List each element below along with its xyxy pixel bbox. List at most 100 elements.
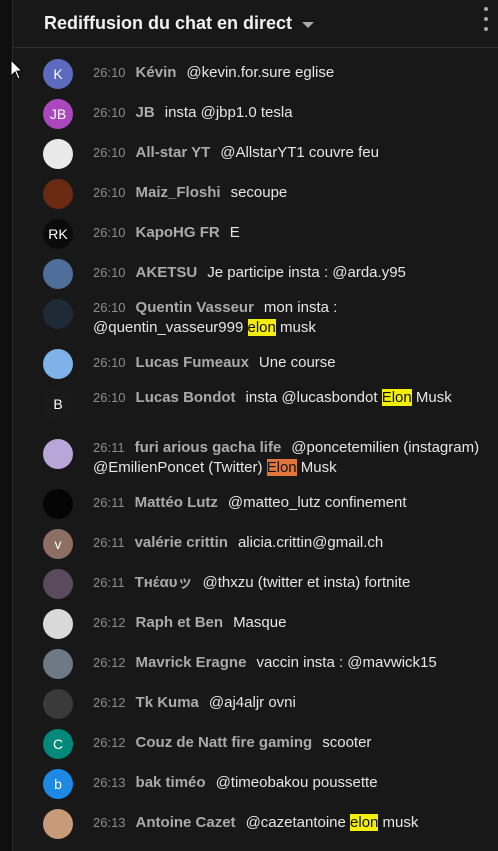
chat-title: Rediffusion du chat en direct bbox=[44, 13, 293, 33]
avatar[interactable] bbox=[43, 649, 73, 679]
chat-message: 26:13 Antoine Cazet @cazetantoine elon mus… bbox=[13, 809, 489, 839]
author-name[interactable]: JB bbox=[136, 104, 155, 121]
message-text: vaccin insta : @mavwick15 bbox=[256, 654, 437, 671]
author-name[interactable]: bak timéo bbox=[136, 774, 206, 791]
timestamp: 26:11 bbox=[93, 495, 125, 510]
author-name[interactable]: valérie crittin bbox=[135, 534, 228, 551]
avatar[interactable] bbox=[43, 139, 73, 169]
author-name[interactable]: furi arious gacha life bbox=[135, 439, 282, 456]
author-name[interactable]: KapoHG FR bbox=[136, 224, 220, 241]
message-body: 26:10 Maiz_Floshi secoupe bbox=[93, 183, 489, 203]
message-body: 26:11 Mattéo Lutz @matteo_lutz confinement bbox=[93, 493, 489, 513]
message-text: musk bbox=[275, 319, 316, 336]
timestamp: 26:10 bbox=[93, 185, 126, 200]
chat-message: K 26:10 Kévin @kevin.for.sure eglise bbox=[13, 59, 489, 89]
author-name[interactable]: Mavrick Eragne bbox=[136, 654, 247, 671]
timestamp: 26:10 bbox=[93, 145, 126, 160]
message-text: insta @lucasbondot bbox=[245, 389, 382, 406]
author-name[interactable]: Quentin Vasseur bbox=[136, 299, 254, 316]
chat-message: 26:10 AKETSU Je participe insta : @arda.y9… bbox=[13, 259, 489, 289]
author-name[interactable]: Mattéo Lutz bbox=[135, 494, 218, 511]
message-text: @aj4aljr ovni bbox=[208, 694, 296, 711]
message-body: 26:10 Kévin @kevin.for.sure eglise bbox=[93, 63, 489, 83]
message-text: Je participe insta : @arda.y95 bbox=[207, 264, 406, 281]
chat-message: 26:10 Quentin Vasseur mon insta : @quentin… bbox=[13, 298, 489, 338]
avatar[interactable] bbox=[43, 179, 73, 209]
avatar[interactable] bbox=[43, 299, 73, 329]
timestamp: 26:11 bbox=[93, 575, 125, 590]
chat-message: B 26:10 Lucas Bondot insta @lucasbondot Elo… bbox=[13, 388, 489, 419]
timestamp: 26:10 bbox=[93, 355, 126, 370]
timestamp: 26:10 bbox=[93, 265, 126, 280]
message-body: 26:11 valérie crittin alicia.crittin@gmail… bbox=[93, 533, 489, 553]
message-text: alicia.crittin@gmail.ch bbox=[237, 534, 384, 551]
chat-mode-dropdown[interactable]: Rediffusion du chat en direct bbox=[44, 13, 315, 34]
timestamp: 26:10 bbox=[93, 300, 126, 315]
avatar[interactable] bbox=[43, 489, 73, 519]
author-name[interactable]: Couz de Natt fire gaming bbox=[136, 734, 313, 751]
message-text: secoupe bbox=[230, 184, 288, 201]
avatar[interactable]: K bbox=[43, 59, 73, 89]
message-text: @AllstarYT1 couvre feu bbox=[220, 144, 379, 161]
avatar[interactable] bbox=[43, 349, 73, 379]
avatar[interactable] bbox=[43, 259, 73, 289]
highlighted-keyword: elon bbox=[350, 814, 379, 831]
timestamp: 26:12 bbox=[93, 655, 126, 670]
author-name[interactable]: Maiz_Floshi bbox=[136, 184, 221, 201]
timestamp: 26:12 bbox=[93, 615, 126, 630]
author-name[interactable]: Tнέαυッ bbox=[135, 574, 193, 591]
chat-message: 26:12 Mavrick Eragne vaccin insta : @mavwi… bbox=[13, 649, 489, 679]
timestamp: 26:10 bbox=[93, 390, 126, 405]
highlighted-keyword: Elon bbox=[266, 459, 297, 476]
more-vertical-icon[interactable] bbox=[481, 7, 491, 31]
message-text: Masque bbox=[233, 614, 287, 631]
author-name[interactable]: Tk Kuma bbox=[136, 694, 199, 711]
author-name[interactable]: Kévin bbox=[136, 64, 177, 81]
avatar[interactable]: RK bbox=[43, 219, 73, 249]
chat-header: Rediffusion du chat en direct bbox=[13, 0, 498, 48]
timestamp: 26:11 bbox=[93, 440, 125, 455]
author-name[interactable]: Raph et Ben bbox=[136, 614, 224, 631]
avatar[interactable] bbox=[43, 689, 73, 719]
message-text: Musk bbox=[411, 389, 452, 406]
timestamp: 26:12 bbox=[93, 735, 126, 750]
message-text: @cazetantoine bbox=[245, 814, 351, 831]
message-text: scooter bbox=[322, 734, 372, 751]
chat-message: C 26:12 Couz de Natt fire gaming scooter bbox=[13, 729, 489, 759]
chat-message: 26:11 furi arious gacha life @poncetemilie… bbox=[13, 438, 489, 478]
chat-message: 26:12 Tk Kuma @aj4aljr ovni bbox=[13, 689, 489, 719]
avatar[interactable]: v bbox=[43, 529, 73, 559]
chat-message: RK 26:10 KapoHG FR E bbox=[13, 219, 489, 249]
timestamp: 26:13 bbox=[93, 775, 126, 790]
author-name[interactable]: Lucas Fumeaux bbox=[136, 354, 249, 371]
live-chat-replay-panel: Rediffusion du chat en direct K 26:10 Kévi… bbox=[12, 0, 498, 851]
chat-message: 26:10 Maiz_Floshi secoupe bbox=[13, 179, 489, 209]
chat-message: 26:11 Tнέαυッ @thxzu (twitter et insta) for… bbox=[13, 569, 489, 599]
avatar[interactable]: b bbox=[43, 769, 73, 799]
avatar[interactable]: C bbox=[43, 729, 73, 759]
message-text: @kevin.for.sure eglise bbox=[186, 64, 335, 81]
timestamp: 26:10 bbox=[93, 65, 126, 80]
avatar[interactable] bbox=[43, 809, 73, 839]
author-name[interactable]: Lucas Bondot bbox=[136, 389, 236, 406]
timestamp: 26:11 bbox=[93, 535, 125, 550]
chat-message: 26:10 Lucas Fumeaux Une course bbox=[13, 349, 489, 379]
avatar[interactable]: JB bbox=[43, 99, 73, 129]
message-body: 26:10 AKETSU Je participe insta : @arda.y9… bbox=[93, 263, 489, 283]
author-name[interactable]: AKETSU bbox=[136, 264, 198, 281]
author-name[interactable]: All-star YT bbox=[136, 144, 211, 161]
message-body: 26:12 Raph et Ben Masque bbox=[93, 613, 489, 633]
message-text: musk bbox=[378, 814, 419, 831]
author-name[interactable]: Antoine Cazet bbox=[136, 814, 236, 831]
message-body: 26:12 Couz de Natt fire gaming scooter bbox=[93, 733, 489, 753]
avatar[interactable] bbox=[43, 439, 73, 469]
chat-message: JB 26:10 JB insta @jbp1.0 tesla bbox=[13, 99, 489, 129]
message-text: insta @jbp1.0 tesla bbox=[164, 104, 293, 121]
avatar[interactable] bbox=[43, 609, 73, 639]
timestamp: 26:10 bbox=[93, 225, 126, 240]
message-body: 26:13 Antoine Cazet @cazetantoine elon mus… bbox=[93, 813, 489, 833]
message-body: 26:12 Tk Kuma @aj4aljr ovni bbox=[93, 693, 489, 713]
message-body: 26:11 furi arious gacha life @poncetemilie… bbox=[93, 438, 489, 478]
avatar[interactable]: B bbox=[43, 389, 73, 419]
avatar[interactable] bbox=[43, 569, 73, 599]
